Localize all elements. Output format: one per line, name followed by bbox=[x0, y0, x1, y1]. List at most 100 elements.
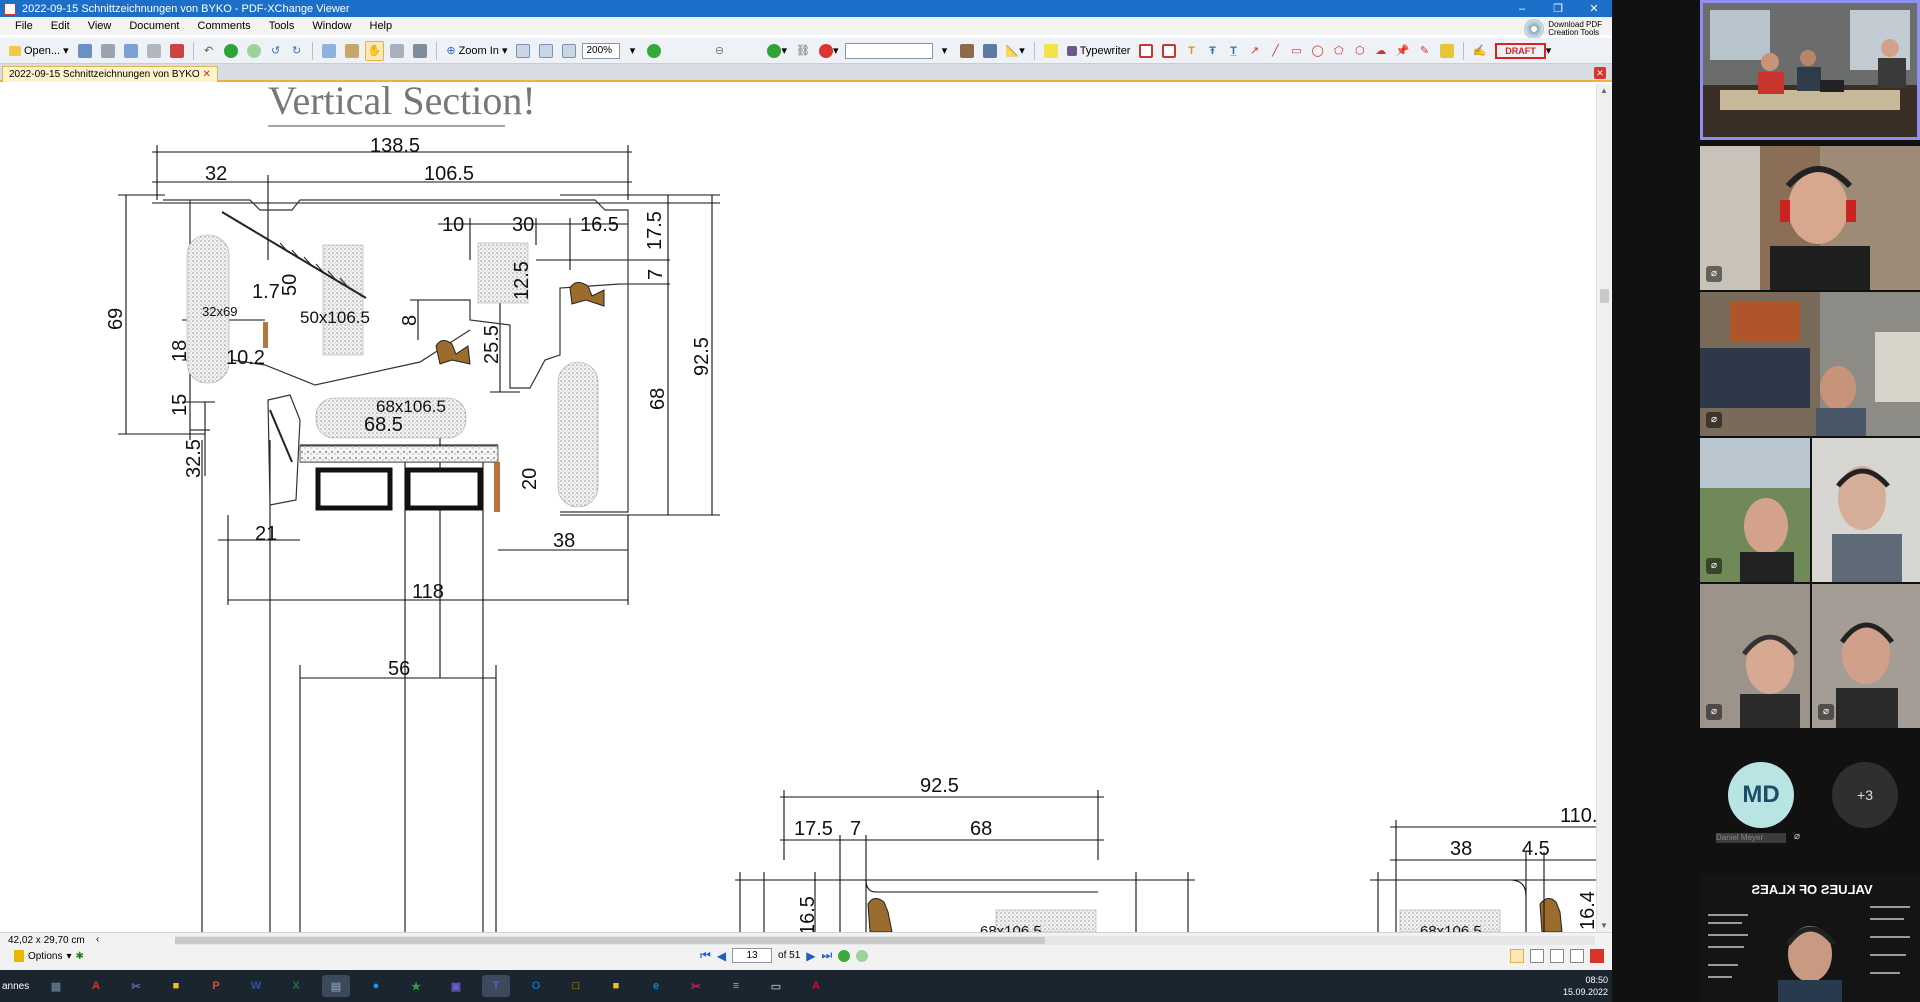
browser-icon[interactable]: ● bbox=[362, 975, 390, 997]
paste-button[interactable] bbox=[342, 41, 362, 61]
email-button[interactable] bbox=[121, 41, 141, 61]
scan-button[interactable] bbox=[144, 41, 164, 61]
ocr-button[interactable] bbox=[167, 41, 187, 61]
menu-view[interactable]: View bbox=[79, 17, 121, 35]
next-view-button[interactable]: ▾ bbox=[764, 41, 790, 61]
network-icon[interactable]: ★ bbox=[402, 975, 430, 997]
vertical-scrollbar[interactable]: ▲ ▼ bbox=[1596, 84, 1612, 932]
scroll-up-icon[interactable]: ▲ bbox=[1600, 86, 1608, 95]
close-document-icon[interactable]: ✕ bbox=[1594, 67, 1606, 79]
menu-window[interactable]: Window bbox=[303, 17, 360, 35]
search-web-button[interactable] bbox=[980, 41, 1000, 61]
draft-stamp-button[interactable]: DRAFT ▾ bbox=[1492, 41, 1554, 61]
participant-tile-5b[interactable]: ⌀ bbox=[1812, 584, 1920, 728]
select-text-button[interactable] bbox=[387, 41, 407, 61]
oval-button[interactable]: ◯ bbox=[1308, 41, 1326, 61]
polygon-button[interactable]: ⬠ bbox=[1330, 41, 1348, 61]
participant-tile-field[interactable]: ⌀ bbox=[1700, 438, 1810, 582]
tools-icon[interactable]: ✱ bbox=[76, 951, 84, 962]
excel-icon[interactable]: X bbox=[282, 975, 310, 997]
zoom-dropdown[interactable]: ▾ bbox=[623, 41, 641, 61]
search-input[interactable] bbox=[844, 42, 933, 59]
line-button[interactable]: ╱ bbox=[1266, 41, 1284, 61]
link-button[interactable]: ⛓ bbox=[793, 41, 813, 61]
stamp-button[interactable]: ✍ bbox=[1470, 41, 1490, 61]
first-page-icon[interactable]: ⏮ bbox=[700, 948, 711, 963]
continuous-icon[interactable] bbox=[1530, 949, 1544, 963]
scroll-down-icon[interactable]: ▼ bbox=[1600, 921, 1608, 930]
more-participants-button[interactable]: +3 bbox=[1832, 762, 1898, 828]
strikeout-button[interactable]: Ŧ bbox=[1203, 41, 1221, 61]
print-button[interactable] bbox=[98, 41, 118, 61]
monitor-icon[interactable]: ▭ bbox=[762, 975, 790, 997]
menu-document[interactable]: Document bbox=[120, 17, 188, 35]
horizontal-scrollbar[interactable] bbox=[175, 936, 1595, 945]
sticky-note-button[interactable] bbox=[1041, 41, 1061, 61]
back-button[interactable] bbox=[221, 41, 241, 61]
menu-tools[interactable]: Tools bbox=[260, 17, 304, 35]
redact-button[interactable]: ▾ bbox=[816, 41, 842, 61]
forward-button[interactable] bbox=[244, 41, 264, 61]
folder-icon[interactable]: ■ bbox=[602, 975, 630, 997]
rectangle-button[interactable]: ▭ bbox=[1287, 41, 1305, 61]
save-button[interactable] bbox=[75, 41, 95, 61]
pdf-viewer-icon[interactable]: ▤ bbox=[322, 975, 350, 997]
avatar-md[interactable]: MD bbox=[1728, 762, 1794, 828]
presenter-tile[interactable]: VALUES OF KLAES bbox=[1700, 874, 1920, 1002]
remote-desktop-icon[interactable]: ▣ bbox=[442, 975, 470, 997]
snapshot-button[interactable] bbox=[410, 41, 430, 61]
callout-button[interactable] bbox=[1159, 41, 1179, 61]
powerpoint-icon[interactable]: P bbox=[202, 975, 230, 997]
options-button[interactable]: Options ▾ ✱ bbox=[14, 950, 84, 962]
zoom-select[interactable]: 200% bbox=[582, 42, 621, 59]
menu-edit[interactable]: Edit bbox=[42, 17, 79, 35]
rotate-ccw-button[interactable]: ↺ bbox=[267, 41, 285, 61]
prev-page-icon[interactable]: ◀ bbox=[717, 949, 726, 963]
fit-width-button[interactable] bbox=[559, 41, 579, 61]
restore-button[interactable]: ❐ bbox=[1540, 0, 1576, 17]
cloud-button[interactable]: ☁ bbox=[1372, 41, 1390, 61]
database-icon[interactable]: ≡ bbox=[722, 975, 750, 997]
menu-comments[interactable]: Comments bbox=[189, 17, 260, 35]
start-label[interactable]: annes bbox=[0, 981, 30, 992]
highlight-button[interactable]: T bbox=[1182, 41, 1200, 61]
open-button[interactable]: Open... ▾ bbox=[6, 41, 72, 61]
forward-view-icon[interactable] bbox=[856, 949, 869, 962]
undo-button[interactable]: ↶ bbox=[200, 41, 218, 61]
back-view-icon[interactable] bbox=[838, 949, 851, 962]
textbox-button[interactable] bbox=[1136, 41, 1156, 61]
hand-tool-button[interactable]: ✋ bbox=[364, 40, 385, 61]
typewriter-button[interactable]: Typewriter bbox=[1064, 41, 1134, 61]
sticky-notes-icon[interactable]: ■ bbox=[162, 975, 190, 997]
go-button[interactable] bbox=[644, 41, 664, 61]
snip-tool-icon[interactable]: ✂ bbox=[122, 975, 150, 997]
next-page-icon[interactable]: ▶ bbox=[806, 949, 815, 963]
menu-file[interactable]: File bbox=[6, 17, 42, 35]
single-page-icon[interactable] bbox=[1510, 949, 1524, 963]
actual-size-button[interactable] bbox=[513, 41, 533, 61]
fit-page-button[interactable] bbox=[536, 41, 556, 61]
file-explorer-icon[interactable]: □ bbox=[562, 975, 590, 997]
copy-button[interactable] bbox=[319, 41, 339, 61]
pin-button[interactable]: 📌 bbox=[1393, 41, 1413, 61]
find-button[interactable] bbox=[957, 41, 977, 61]
pencil-button[interactable]: ✎ bbox=[1416, 41, 1434, 61]
participant-tile-headset[interactable]: ⌀ bbox=[1700, 146, 1920, 290]
horizontal-scroll-thumb[interactable] bbox=[175, 937, 1045, 944]
document-tab[interactable]: 2022-09-15 Schnittzeichnungen von BYKO ✕ bbox=[2, 66, 218, 82]
zoom-slider-button[interactable]: ⊖ bbox=[710, 41, 728, 61]
facing-icon[interactable] bbox=[1550, 949, 1564, 963]
teams-icon[interactable]: T bbox=[482, 975, 510, 997]
facing-continuous-icon[interactable] bbox=[1570, 949, 1584, 963]
participant-tile-side[interactable] bbox=[1812, 438, 1920, 582]
edge-icon[interactable]: e bbox=[642, 975, 670, 997]
scroll-left-icon[interactable]: ‹ bbox=[96, 934, 99, 945]
autocad-icon[interactable]: A bbox=[802, 975, 830, 997]
zoom-in-button[interactable]: ⊕ Zoom In ▾ bbox=[443, 41, 510, 61]
arrow-button[interactable]: ↗ bbox=[1245, 41, 1263, 61]
snipping-icon[interactable]: ✂ bbox=[682, 975, 710, 997]
calculator-icon[interactable]: ▦ bbox=[42, 975, 70, 997]
participant-tile-office[interactable]: ⌀ bbox=[1700, 292, 1920, 436]
acrobat-icon[interactable]: A bbox=[82, 975, 110, 997]
menu-help[interactable]: Help bbox=[361, 17, 402, 35]
